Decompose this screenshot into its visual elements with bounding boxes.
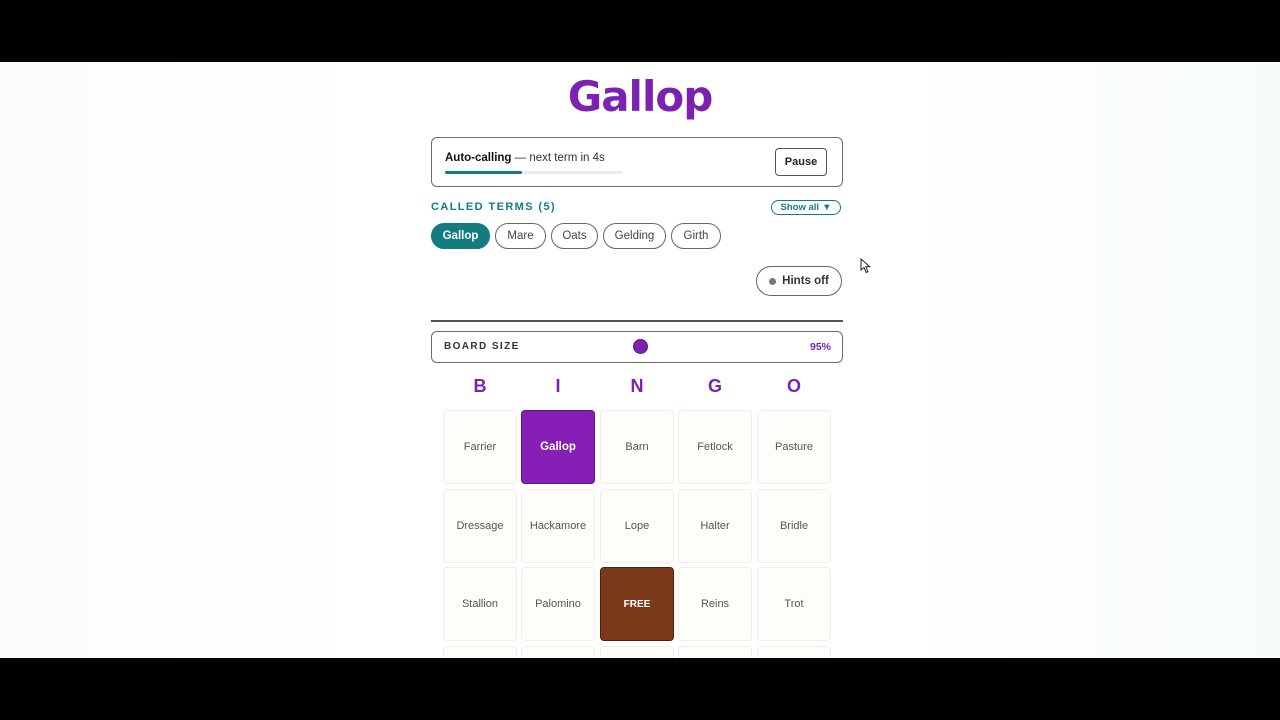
called-term-chip[interactable]: Gallop	[431, 223, 490, 249]
triangle-down-icon: ▼	[822, 202, 832, 213]
called-term-chip[interactable]: Mare	[495, 223, 546, 249]
auto-caller-progress-track	[445, 171, 623, 174]
bingo-cell[interactable]: Dressage	[443, 489, 517, 563]
bingo-cell-marked[interactable]: Gallop	[521, 410, 595, 484]
bingo-cell[interactable]: Lope	[600, 489, 674, 563]
bingo-cell[interactable]: Trot	[757, 567, 831, 641]
bingo-letter-g: G	[707, 376, 722, 396]
bingo-cell-free: FREE	[600, 567, 674, 641]
bingo-cell[interactable]: Bridle	[757, 489, 831, 563]
hints-toggle-label: Hints off	[782, 275, 829, 287]
auto-caller-status: Auto-calling — next term in 4s	[445, 152, 605, 164]
bingo-cell[interactable]: Stallion	[443, 567, 517, 641]
hints-toggle[interactable]: Hints off	[756, 266, 842, 296]
bingo-letter-b: B	[473, 376, 487, 396]
mouse-pointer-icon	[860, 258, 872, 274]
auto-caller-countdown: — next term in 4s	[511, 152, 605, 164]
bingo-cell[interactable]: Palomino	[521, 567, 595, 641]
auto-caller-panel: Auto-calling — next term in 4s Pause	[431, 137, 843, 187]
board-size-control: BOARD SIZE 95%	[431, 331, 843, 363]
letterbox-bottom	[0, 658, 1280, 720]
show-all-button[interactable]: Show all ▼	[771, 200, 841, 215]
bingo-cell[interactable]	[443, 646, 517, 658]
app-title: Gallop	[567, 72, 714, 121]
called-term-chip[interactable]: Oats	[551, 223, 598, 249]
bingo-cell[interactable]: Barn	[600, 410, 674, 484]
bingo-cell[interactable]	[521, 646, 595, 658]
board-size-value: 95%	[809, 341, 831, 353]
auto-caller-status-label: Auto-calling	[445, 152, 512, 164]
letterbox-top	[0, 0, 1280, 62]
bingo-cell[interactable]: Pasture	[757, 410, 831, 484]
called-term-chip[interactable]: Girth	[671, 223, 721, 249]
bingo-cell[interactable]: Farrier	[443, 410, 517, 484]
show-all-label: Show all	[780, 202, 820, 213]
bingo-cell[interactable]: Reins	[678, 567, 752, 641]
bingo-cell[interactable]: Fetlock	[678, 410, 752, 484]
called-terms-heading: CALLED TERMS (5)	[431, 201, 557, 213]
app-viewport: Gallop Auto-calling — next term in 4s Pa…	[0, 62, 1280, 658]
bingo-cell[interactable]	[757, 646, 831, 658]
section-divider	[431, 320, 843, 322]
called-term-chip[interactable]: Gelding	[603, 223, 666, 249]
pause-button[interactable]: Pause	[775, 148, 827, 176]
bingo-cell[interactable]	[678, 646, 752, 658]
bingo-letter-n: N	[630, 376, 644, 396]
bingo-letter-o: O	[786, 376, 801, 396]
bingo-cell[interactable]: Hackamore	[521, 489, 595, 563]
board-size-label: BOARD SIZE	[444, 341, 520, 352]
bingo-cell[interactable]: Halter	[678, 489, 752, 563]
bingo-letter-i: I	[555, 376, 561, 396]
bingo-cell[interactable]	[600, 646, 674, 658]
board-size-slider-thumb[interactable]	[633, 339, 648, 354]
hints-status-dot	[769, 277, 777, 285]
auto-caller-progress-fill	[445, 171, 522, 174]
